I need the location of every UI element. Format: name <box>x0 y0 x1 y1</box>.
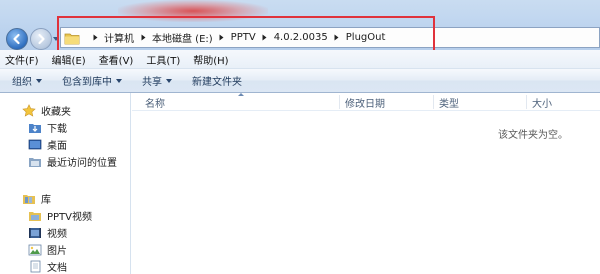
forward-button[interactable] <box>30 28 52 50</box>
menu-edit[interactable]: 编辑(E) <box>46 52 93 67</box>
menu-tools[interactable]: 工具(T) <box>140 52 187 67</box>
nav-item-downloads[interactable]: 下载 <box>28 119 67 136</box>
column-header-type[interactable]: 类型 <box>439 93 459 111</box>
arrow-right-icon <box>38 33 45 45</box>
command-toolbar: 组织 包含到库中 共享 新建文件夹 <box>0 69 600 93</box>
sort-ascending-icon <box>238 93 244 96</box>
video-library-icon <box>28 209 42 222</box>
include-in-library-label: 包含到库中 <box>62 77 112 88</box>
nav-item-videos[interactable]: 视频 <box>28 224 67 241</box>
nav-item-libraries[interactable]: 库 <box>22 190 51 207</box>
library-icon <box>22 192 36 205</box>
downloads-folder-icon <box>28 121 42 134</box>
arrow-left-icon <box>13 33 20 45</box>
menu-bar: 文件(F) 编辑(E) 查看(V) 工具(T) 帮助(H) <box>0 50 600 69</box>
documents-icon <box>28 260 42 273</box>
column-name-label: 名称 <box>145 98 165 110</box>
column-divider[interactable] <box>433 95 434 109</box>
organize-button[interactable]: 组织 <box>0 73 52 88</box>
new-folder-button[interactable]: 新建文件夹 <box>182 73 252 88</box>
nav-item-recent-places[interactable]: 最近访问的位置 <box>28 153 117 170</box>
address-bar[interactable]: 计算机 本地磁盘 (E:) PPTV 4.0.2.0035 PlugOut <box>60 27 600 48</box>
column-size-label: 大小 <box>532 98 552 110</box>
nav-item-pictures[interactable]: 图片 <box>28 241 67 258</box>
desktop-icon <box>28 138 42 151</box>
breadcrumb-separator-icon[interactable] <box>261 34 269 41</box>
menu-file[interactable]: 文件(F) <box>0 52 46 67</box>
breadcrumb-version[interactable]: 4.0.2.0035 <box>274 32 328 43</box>
nav-item-pptv-video[interactable]: PPTV视频 <box>28 207 92 224</box>
window-titlebar: 计算机 本地磁盘 (E:) PPTV 4.0.2.0035 PlugOut <box>0 0 600 50</box>
organize-label: 组织 <box>12 77 32 88</box>
navigation-pane: 收藏夹 下载 桌面 最近访问的位置 库 PPTV视频 视频 图片 文档 <box>0 93 131 274</box>
pictures-icon <box>28 243 42 256</box>
nav-item-documents[interactable]: 文档 <box>28 258 67 274</box>
column-header-name[interactable]: 名称 <box>145 93 165 111</box>
share-label: 共享 <box>142 77 162 88</box>
empty-folder-message: 该文件夹为空。 <box>498 130 568 141</box>
nav-label: 图片 <box>47 246 67 257</box>
menu-help[interactable]: 帮助(H) <box>187 52 235 67</box>
column-header-size[interactable]: 大小 <box>532 93 552 111</box>
breadcrumb-separator-icon[interactable] <box>91 34 99 41</box>
breadcrumb-separator-icon[interactable] <box>139 34 147 41</box>
videos-icon <box>28 226 42 239</box>
nav-label: PPTV视频 <box>47 212 93 223</box>
column-header-row: 名称 修改日期 类型 大小 <box>132 93 600 111</box>
column-modified-label: 修改日期 <box>345 98 385 110</box>
folder-icon <box>64 33 80 44</box>
column-header-modified[interactable]: 修改日期 <box>345 93 385 111</box>
breadcrumb-separator-icon[interactable] <box>218 34 226 41</box>
recent-places-icon <box>28 155 42 168</box>
breadcrumb-local-disk[interactable]: 本地磁盘 (E:) <box>152 30 213 45</box>
nav-label: 下载 <box>47 124 67 135</box>
chevron-down-icon <box>116 78 122 83</box>
back-button[interactable] <box>6 28 28 50</box>
nav-item-favorites[interactable]: 收藏夹 <box>22 102 71 119</box>
include-in-library-button[interactable]: 包含到库中 <box>52 73 132 88</box>
nav-label: 桌面 <box>47 141 67 152</box>
chevron-down-icon <box>36 78 42 83</box>
chevron-down-icon <box>166 78 172 83</box>
column-divider[interactable] <box>526 95 527 109</box>
recent-pages-dropdown-icon[interactable] <box>52 36 60 42</box>
nav-label: 收藏夹 <box>41 107 71 118</box>
nav-label: 文档 <box>47 263 67 274</box>
column-divider[interactable] <box>339 95 340 109</box>
breadcrumb-plugout[interactable]: PlugOut <box>346 32 386 43</box>
file-list-pane[interactable]: 名称 修改日期 类型 大小 该文件夹为空。 <box>132 93 600 274</box>
star-icon <box>22 104 36 117</box>
breadcrumb-pptv[interactable]: PPTV <box>231 32 256 43</box>
nav-item-desktop[interactable]: 桌面 <box>28 136 67 153</box>
column-type-label: 类型 <box>439 98 459 110</box>
menu-view[interactable]: 查看(V) <box>93 52 141 67</box>
breadcrumb-computer[interactable]: 计算机 <box>104 30 134 45</box>
breadcrumb-separator-icon[interactable] <box>333 34 341 41</box>
nav-label: 库 <box>41 195 51 206</box>
nav-label: 视频 <box>47 229 67 240</box>
titlebar-glow <box>118 0 268 22</box>
nav-label: 最近访问的位置 <box>47 158 117 169</box>
new-folder-label: 新建文件夹 <box>192 77 242 88</box>
share-button[interactable]: 共享 <box>132 73 182 88</box>
